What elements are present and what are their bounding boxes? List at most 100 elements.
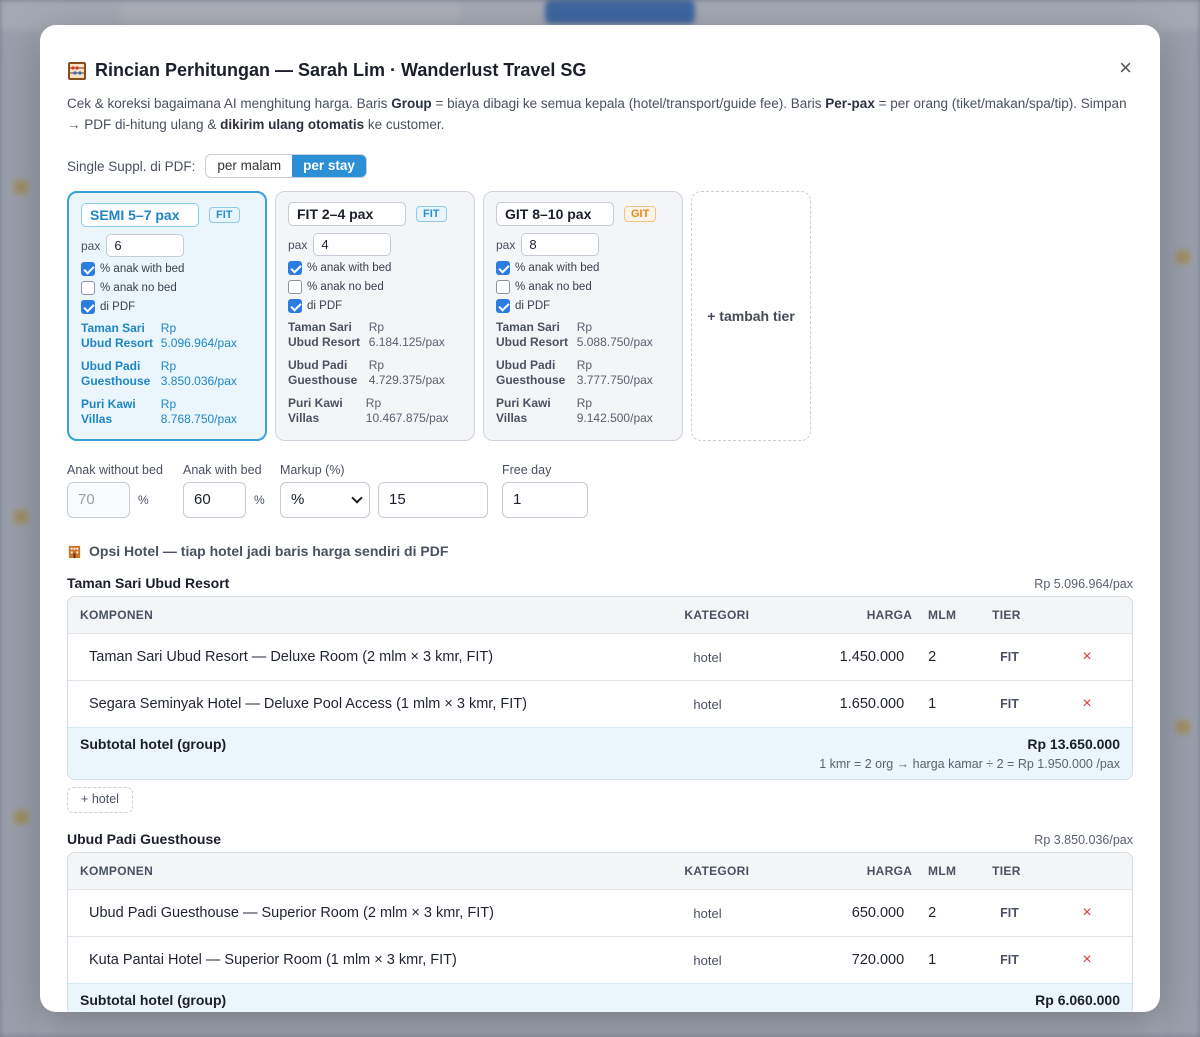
markup-label: Markup (%) — [280, 463, 345, 477]
free-day-input[interactable]: 1 — [502, 482, 588, 518]
checkbox-label: % anak no bed — [515, 281, 592, 293]
tier-card-semi[interactable]: SEMI 5–7 pax FIT pax 6 % anak with bed % … — [67, 191, 267, 441]
pax-input[interactable]: 8 — [521, 233, 600, 256]
single-suppl-toggle: per malam per stay — [205, 154, 367, 178]
hotel-options-text: Opsi Hotel — tiap hotel jadi baris harga… — [89, 543, 449, 559]
cell-kategori[interactable]: hotel — [672, 697, 832, 712]
cell-mlm[interactable]: 2 — [912, 905, 972, 921]
delete-icon[interactable]: × — [1042, 648, 1132, 666]
add-tier-button[interactable]: + tambah tier — [691, 191, 811, 441]
desc-text: ke customer. — [364, 117, 445, 132]
free-day-label: Free day — [502, 463, 552, 477]
cell-harga[interactable]: 1.450.000 — [832, 649, 912, 665]
delete-icon[interactable]: × — [1042, 904, 1132, 922]
tier-badge: FIT — [209, 207, 240, 223]
table-header: KOMPONEN KATEGORI HARGA MLM TIER — [68, 853, 1132, 889]
checkbox-anak-no-bed[interactable] — [496, 280, 510, 294]
checkbox-anak-no-bed[interactable] — [81, 281, 95, 295]
cell-komponen[interactable]: Taman Sari Ubud Resort — Deluxe Room (2 … — [68, 649, 672, 665]
tier-hotel-name: Ubud Padi Guesthouse — [81, 359, 151, 388]
table-row: Taman Sari Ubud Resort — Deluxe Room (2 … — [68, 633, 1132, 680]
col-kategori: KATEGORI — [684, 608, 750, 622]
subtotal-value: Rp 13.650.000 — [1027, 736, 1120, 752]
markup-type-select[interactable]: % — [280, 482, 370, 518]
subtotal-note: 1 kmr = 2 org → harga kamar ÷ 2 = Rp 1.9… — [819, 757, 1120, 771]
pax-label: pax — [496, 237, 516, 252]
option-per-malam[interactable]: per malam — [206, 155, 292, 177]
hotel-block-taman-sari: Taman Sari Ubud Resort Rp 5.096.964/pax … — [67, 571, 1133, 780]
cell-harga[interactable]: 1.650.000 — [832, 696, 912, 712]
cell-mlm[interactable]: 1 — [912, 696, 972, 712]
tier-hotel-price: Rp 5.088.750/pax — [576, 320, 653, 349]
tier-hotel-name: Taman Sari Ubud Resort — [81, 321, 153, 350]
checkbox-label: di PDF — [515, 300, 551, 312]
markup-input[interactable]: 15 — [378, 482, 488, 518]
checkbox-label: % anak with bed — [515, 262, 600, 274]
checkbox-label: % anak no bed — [307, 281, 384, 293]
desc-bold-perpax: Per-pax — [825, 96, 875, 111]
tier-hotel-price: Rp 10.467.875/pax — [365, 396, 449, 425]
cell-harga[interactable]: 650.000 — [832, 905, 912, 921]
calculation-modal: Rincian Perhitungan — Sarah Lim · Wander… — [40, 25, 1160, 1012]
cell-komponen[interactable]: Segara Seminyak Hotel — Deluxe Pool Acce… — [68, 696, 672, 712]
tier-name-input[interactable]: GIT 8–10 pax — [496, 202, 614, 226]
pax-input[interactable]: 6 — [106, 234, 185, 257]
cell-tier[interactable]: FIT — [972, 697, 1042, 711]
checkbox-di-pdf[interactable] — [81, 300, 95, 314]
add-hotel-button[interactable]: + hotel — [67, 787, 133, 813]
hotel-block-price: Rp 3.850.036/pax — [1034, 833, 1133, 847]
checkbox-anak-with-bed[interactable] — [288, 261, 302, 275]
tier-card-git[interactable]: GIT 8–10 pax GIT pax 8 % anak with bed % … — [483, 191, 683, 441]
tier-hotel-price: Rp 3.850.036/pax — [160, 359, 237, 388]
col-harga: HARGA — [866, 864, 913, 878]
checkbox-anak-with-bed[interactable] — [496, 261, 510, 275]
cell-komponen[interactable]: Kuta Pantai Hotel — Superior Room (1 mlm… — [68, 952, 672, 968]
col-tier: TIER — [992, 608, 1021, 622]
close-icon[interactable]: × — [1119, 57, 1132, 79]
checkbox-di-pdf[interactable] — [288, 299, 302, 313]
table-row: Kuta Pantai Hotel — Superior Room (1 mlm… — [68, 936, 1132, 983]
cell-mlm[interactable]: 1 — [912, 952, 972, 968]
anak-with-bed-input[interactable]: 60 — [183, 482, 246, 518]
table-row: Ubud Padi Guesthouse — Superior Room (2 … — [68, 889, 1132, 936]
tier-hotel-name: Taman Sari Ubud Resort — [288, 320, 360, 349]
tier-cards: SEMI 5–7 pax FIT pax 6 % anak with bed % … — [67, 191, 811, 441]
tier-hotel-price: Rp 8.768.750/pax — [160, 397, 237, 426]
pax-label: pax — [81, 238, 101, 253]
cell-tier[interactable]: FIT — [972, 650, 1042, 664]
cell-kategori[interactable]: hotel — [672, 953, 832, 968]
checkbox-label: di PDF — [100, 301, 136, 313]
tier-hotel-name: Ubud Padi Guesthouse — [288, 358, 358, 387]
cell-kategori[interactable]: hotel — [672, 650, 832, 665]
desc-text: Cek & koreksi bagaimana AI menghitung ha… — [67, 96, 392, 111]
cell-mlm[interactable]: 2 — [912, 649, 972, 665]
cell-harga[interactable]: 720.000 — [832, 952, 912, 968]
cell-kategori[interactable]: hotel — [672, 906, 832, 921]
subtotal-label: Subtotal hotel (group) — [80, 736, 227, 752]
delete-icon[interactable]: × — [1042, 951, 1132, 969]
col-komponen: KOMPONEN — [80, 864, 154, 878]
tier-name-input[interactable]: SEMI 5–7 pax — [81, 203, 199, 227]
modal-title: Rincian Perhitungan — Sarah Lim · Wander… — [95, 60, 587, 80]
tier-badge: FIT — [416, 206, 447, 222]
tier-hotel-price: Rp 5.096.964/pax — [160, 321, 237, 350]
option-per-stay[interactable]: per stay — [292, 155, 366, 177]
tier-card-fit[interactable]: FIT 2–4 pax FIT pax 4 % anak with bed % a… — [275, 191, 475, 441]
building-icon — [68, 545, 81, 558]
subtotal-row: Subtotal hotel (group) Rp 6.060.000 — [68, 983, 1132, 1012]
tier-name-input[interactable]: FIT 2–4 pax — [288, 202, 406, 226]
cell-komponen[interactable]: Ubud Padi Guesthouse — Superior Room (2 … — [68, 905, 672, 921]
checkbox-di-pdf[interactable] — [496, 299, 510, 313]
delete-icon[interactable]: × — [1042, 695, 1132, 713]
cell-tier[interactable]: FIT — [972, 953, 1042, 967]
tier-hotel-name: Taman Sari Ubud Resort — [496, 320, 568, 349]
cell-tier[interactable]: FIT — [972, 906, 1042, 920]
subtotal-row: Subtotal hotel (group) Rp 13.650.000 1 k… — [68, 727, 1132, 779]
checkbox-anak-with-bed[interactable] — [81, 262, 95, 276]
pax-input[interactable]: 4 — [313, 233, 392, 256]
col-komponen: KOMPONEN — [80, 608, 154, 622]
subtotal-label: Subtotal hotel (group) — [80, 992, 227, 1008]
checkbox-anak-no-bed[interactable] — [288, 280, 302, 294]
anak-with-bed-label: Anak with bed — [183, 463, 262, 477]
anak-without-bed-input[interactable]: 70 — [67, 482, 130, 518]
